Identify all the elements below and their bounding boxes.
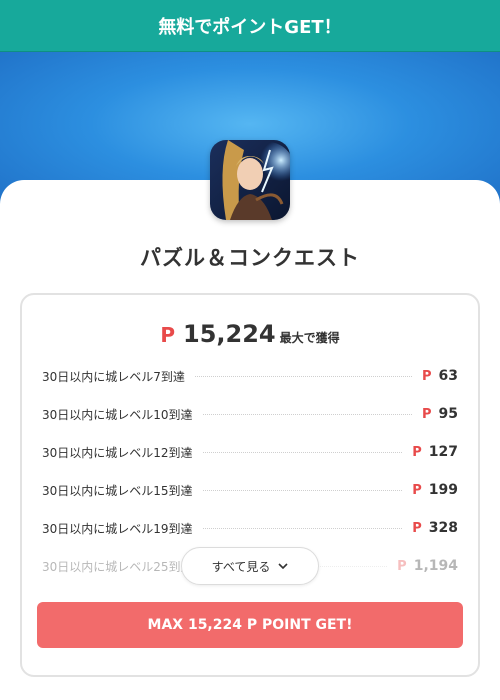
reward-row: 30日以内に城レベル19到達 P 328: [42, 518, 458, 538]
total-currency: P: [160, 323, 176, 347]
reward-label: 30日以内に城レベル12到達: [42, 445, 193, 460]
app-icon: [210, 140, 290, 220]
reward-currency: P: [412, 520, 422, 536]
total-suffix: 最大で獲得: [279, 331, 340, 345]
dotted-leader: [202, 489, 403, 491]
point-get-button[interactable]: MAX 15,224 P POINT GET!: [37, 602, 463, 648]
total-amount: 15,224: [183, 320, 276, 348]
reward-row: 30日以内に城レベル7到達 P 63: [42, 366, 458, 386]
app-title: パズル＆コンクエスト: [140, 246, 360, 270]
reward-label: 30日以内に城レベル15到達: [42, 483, 193, 498]
reward-points: 95: [438, 406, 458, 422]
dotted-leader: [194, 375, 412, 377]
reward-currency: P: [421, 368, 432, 384]
reward-points: 199: [428, 482, 458, 498]
reward-label: 30日以内に城レベル25到達: [42, 559, 193, 574]
chevron-down-icon: [278, 563, 288, 569]
reward-label: 30日以内に城レベル19到達: [42, 521, 193, 536]
reward-label: 30日以内に城レベル10到達: [42, 407, 193, 422]
reward-points: 63: [438, 368, 458, 384]
reward-points: 328: [428, 520, 458, 536]
reward-points: 1,194: [413, 558, 458, 574]
header-title: 無料でポイントGET！: [158, 16, 342, 38]
dotted-leader: [202, 527, 403, 529]
reward-row: 30日以内に城レベル12到達 P 127: [42, 442, 458, 462]
reward-currency: P: [421, 406, 432, 422]
reward-currency: P: [412, 482, 422, 498]
see-all-label: すべて見る: [211, 559, 271, 574]
reward-currency: P: [397, 558, 407, 574]
dotted-leader: [202, 413, 412, 415]
reward-currency: P: [412, 444, 422, 460]
header-bar: 無料でポイントGET！: [0, 0, 500, 52]
see-all-button[interactable]: すべて見る: [181, 547, 319, 585]
reward-row: 30日以内に城レベル10到達 P 95: [42, 404, 458, 424]
reward-points: 127: [428, 444, 458, 460]
point-get-label: MAX 15,224 P POINT GET!: [147, 617, 353, 633]
reward-row: 30日以内に城レベル15到達 P 199: [42, 480, 458, 500]
dotted-leader: [202, 451, 403, 453]
reward-label: 30日以内に城レベル7到達: [42, 369, 185, 384]
total-points: P 15,224 最大で獲得: [0, 320, 500, 348]
